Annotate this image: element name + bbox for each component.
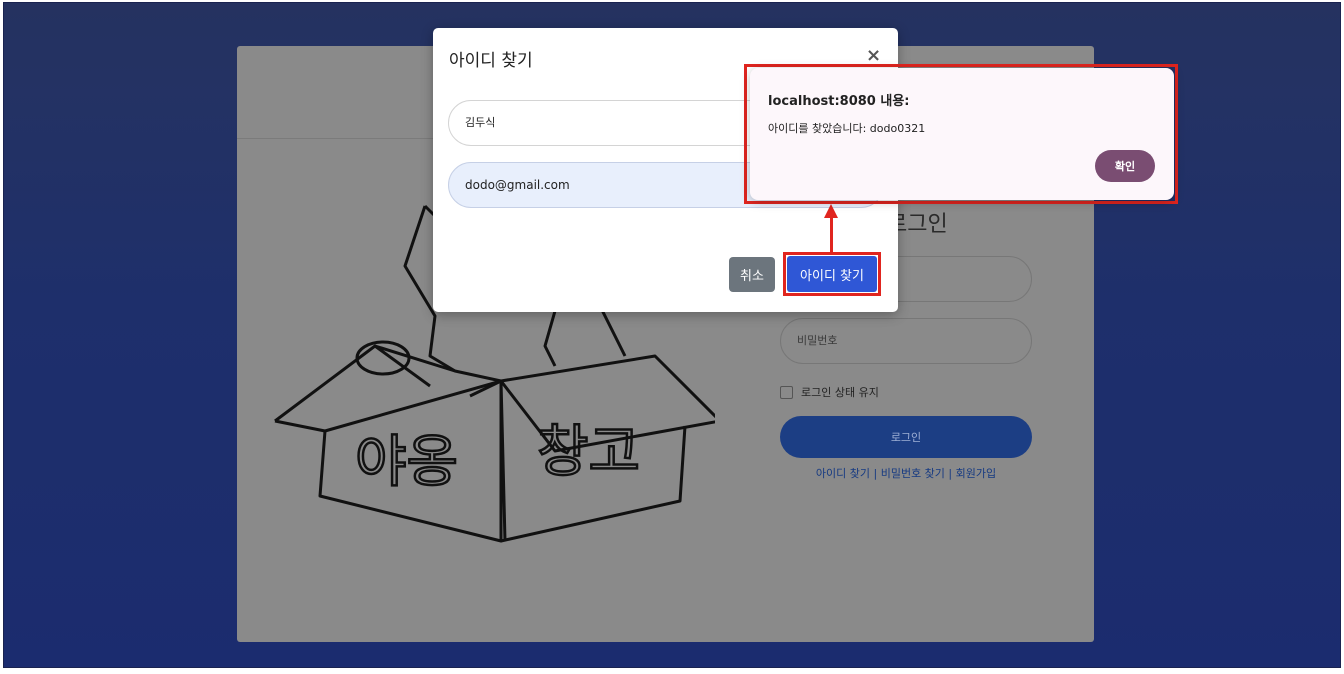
cancel-button[interactable]: 취소 (729, 257, 775, 292)
logo-text-left: 야옹 (355, 430, 458, 495)
alert-title: localhost:8080 내용: (768, 94, 910, 109)
link-separator: | (948, 467, 953, 480)
link-separator: | (873, 467, 878, 480)
logo-text-right: 창고 (537, 420, 640, 485)
annotation-arrow-line (830, 216, 833, 254)
alert-message: 아이디를 찾았습니다: dodo0321 (768, 122, 926, 135)
auth-links: 아이디 찾기 | 비밀번호 찾기 | 회원가입 (780, 465, 1032, 481)
close-icon[interactable]: × (866, 45, 881, 66)
remember-checkbox[interactable] (780, 385, 793, 399)
find-id-submit-button[interactable]: 아이디 찾기 (787, 256, 877, 292)
alert-ok-button[interactable]: 확인 (1095, 150, 1155, 182)
browser-alert-dialog: localhost:8080 내용: 아이디를 찾았습니다: dodo0321 … (750, 68, 1174, 200)
remember-me[interactable]: 로그인 상태 유지 (780, 384, 879, 400)
password-input[interactable]: 비밀번호 (780, 318, 1032, 364)
annotation-arrow-head (824, 204, 838, 218)
login-button[interactable]: 로그인 (780, 416, 1032, 458)
signup-link[interactable]: 회원가입 (956, 467, 996, 480)
remember-label: 로그인 상태 유지 (801, 386, 879, 399)
find-password-link[interactable]: 비밀번호 찾기 (881, 467, 945, 480)
modal-title: 아이디 찾기 (449, 51, 533, 71)
find-id-link[interactable]: 아이디 찾기 (816, 467, 870, 480)
